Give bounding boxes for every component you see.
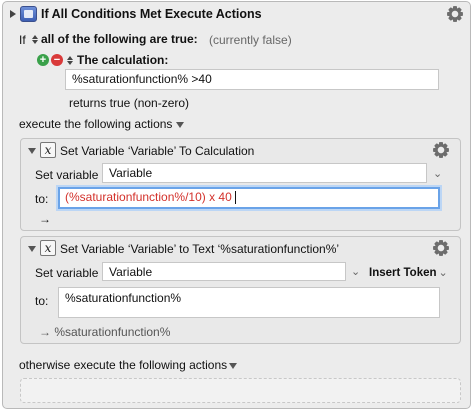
disclosure-triangle-icon[interactable]: [10, 10, 16, 18]
execute-label: execute the following actions: [19, 117, 173, 131]
otherwise-actions-drop-area[interactable]: [20, 378, 461, 403]
calculation-label: The calculation:: [77, 53, 169, 67]
insert-token-menu[interactable]: Insert Token ⌄: [369, 266, 448, 280]
action-set-variable-text: x Set Variable ‘Variable’ to Text ‘%satu…: [20, 236, 461, 344]
if-then-action-panel: If All Conditions Met Execute Actions If…: [2, 1, 471, 409]
popup-arrows-icon: [32, 34, 38, 44]
popup-arrows-icon: [67, 55, 73, 65]
calculation-to-value: (%saturationfunction%/10) x 40: [65, 190, 232, 204]
remove-condition-button[interactable]: −: [51, 54, 63, 66]
add-condition-button[interactable]: +: [37, 54, 49, 66]
disclosure-triangle-icon[interactable]: [28, 148, 36, 154]
calculation-to-field[interactable]: (%saturationfunction%/10) x 40: [58, 187, 440, 209]
variable-x-icon: x: [40, 240, 56, 256]
quantifier-popup[interactable]: all of the following are true:: [32, 32, 198, 46]
variable-x-icon: x: [40, 142, 56, 158]
variable-name-field[interactable]: Variable: [102, 163, 427, 183]
set-variable-label: Set variable: [35, 168, 99, 182]
action1-title[interactable]: Set Variable ‘Variable’ To Calculation: [60, 144, 254, 158]
to-label: to:: [35, 192, 49, 206]
calculation-field[interactable]: %saturationfunction% >40: [65, 69, 439, 90]
text-cursor: [234, 191, 236, 205]
action1-result-arrow: →: [39, 212, 51, 226]
text-to-field[interactable]: %saturationfunction%: [58, 287, 440, 318]
variable-menu-chevron-icon[interactable]: ⌄: [433, 167, 442, 180]
variable-menu-chevron-icon[interactable]: ⌄: [351, 265, 360, 278]
gear-icon[interactable]: [433, 142, 449, 158]
disclosure-triangle-icon[interactable]: [28, 246, 36, 252]
execute-menu-triangle-icon[interactable]: [176, 122, 184, 128]
set-variable-label: Set variable: [35, 266, 99, 280]
insert-token-label: Insert Token: [369, 266, 437, 279]
otherwise-menu-triangle-icon[interactable]: [229, 363, 237, 369]
condition-type-popup[interactable]: The calculation:: [67, 53, 168, 67]
condition-status: (currently false): [209, 33, 292, 47]
otherwise-label: otherwise execute the following actions: [19, 358, 228, 372]
quantifier-label: all of the following are true:: [41, 32, 198, 46]
gear-icon[interactable]: [433, 240, 449, 256]
action2-title[interactable]: Set Variable ‘Variable’ to Text ‘%satura…: [60, 242, 339, 256]
action2-result: → %saturationfunction%: [39, 325, 171, 339]
chevron-down-icon: ⌄: [438, 267, 448, 279]
calculation-result: returns true (non-zero): [69, 96, 190, 110]
action-title[interactable]: If All Conditions Met Execute Actions: [41, 7, 262, 21]
variable-name-field[interactable]: Variable: [102, 262, 346, 281]
if-label: If: [19, 33, 26, 47]
action-set-variable-calculation: x Set Variable ‘Variable’ To Calculation…: [20, 138, 461, 231]
action-type-icon: [20, 6, 37, 22]
gear-icon[interactable]: [447, 6, 463, 22]
to-label: to:: [35, 294, 49, 308]
